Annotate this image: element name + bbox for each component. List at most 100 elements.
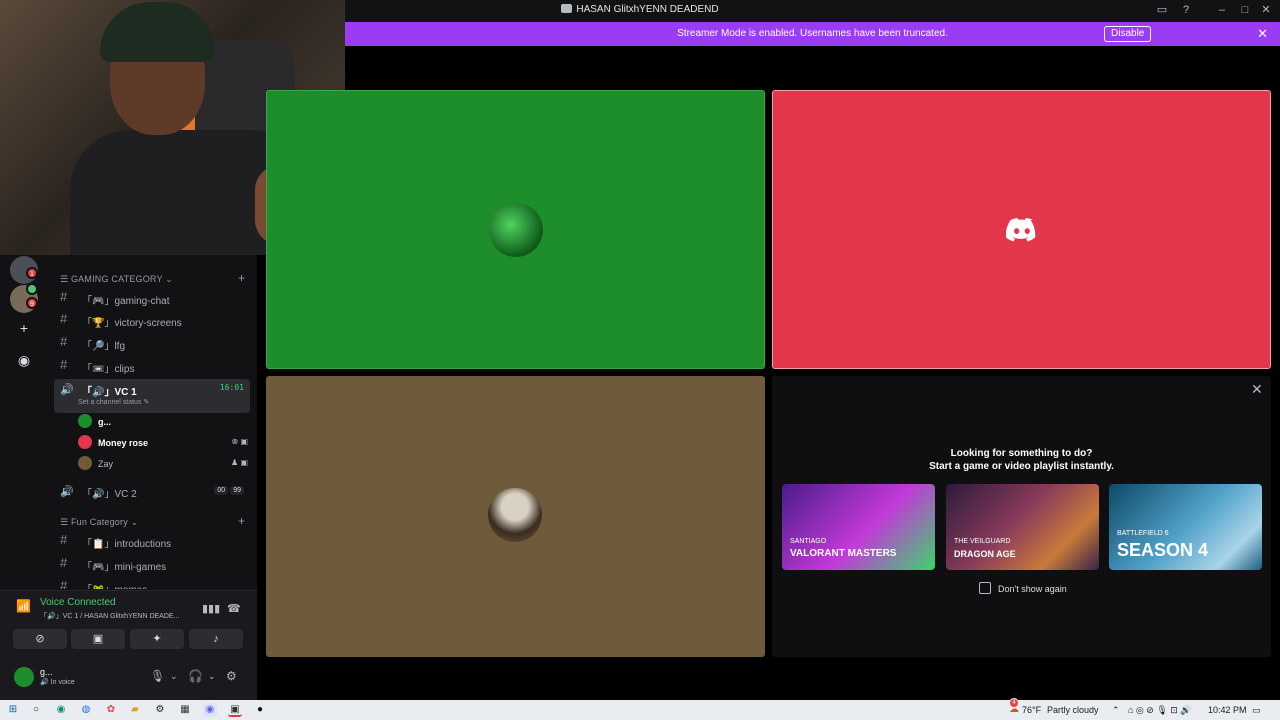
soundboard-button[interactable]: ♪ bbox=[189, 629, 243, 649]
channel-gaming-chat[interactable]: # 「🎮」gaming-chat bbox=[54, 288, 250, 308]
temperature[interactable]: 76°F bbox=[1022, 705, 1041, 715]
discover-icon[interactable]: ◉ bbox=[14, 350, 34, 370]
tray-icons[interactable]: ⌂ ◎ ⊘ 🎙 ⊡ 🔊 bbox=[1128, 705, 1192, 716]
playstation-icon: ♟ ▣ bbox=[231, 458, 248, 467]
help-icon[interactable]: ? bbox=[1179, 3, 1193, 17]
weather-badge: 4 bbox=[1009, 698, 1019, 708]
settings-icon[interactable]: ⚙ bbox=[153, 703, 167, 717]
voice-channel-vc2[interactable]: 🔊 「🔊」VC 2 00 99 bbox=[54, 481, 250, 501]
dont-show-again-label[interactable]: Don't show again bbox=[998, 584, 1067, 594]
chevron-up-icon[interactable]: ⌃ bbox=[1112, 705, 1120, 716]
hash-icon: # bbox=[60, 289, 68, 304]
dont-show-again-checkbox[interactable] bbox=[979, 582, 991, 594]
user-status: 🔊 In voice bbox=[40, 679, 75, 686]
add-channel-icon[interactable]: + bbox=[238, 271, 245, 285]
category-fun[interactable]: ☰ Fun Category ⌄ bbox=[60, 517, 138, 528]
participant-tile-green[interactable] bbox=[266, 90, 765, 369]
user-name: g... bbox=[40, 667, 53, 677]
settings-gear-icon[interactable]: ⚙ bbox=[226, 669, 237, 683]
voice-panel: 📶 Voice Connected 「🔊」VC 1 / HASAN Glitxh… bbox=[0, 590, 257, 700]
hash-icon: # bbox=[60, 357, 68, 372]
hash-icon: # bbox=[60, 555, 68, 570]
inbox-icon[interactable]: ▭ bbox=[1155, 3, 1169, 17]
activities-button[interactable]: ✦ bbox=[130, 629, 184, 649]
activity-prompt: Looking for something to do? Start a gam… bbox=[929, 448, 1114, 472]
windows-taskbar: ⊞ ○ ◉ ◍ ✿ ▰ ⚙ ▦ ◉ ▣ ● ☁ 4 76°F Partly cl… bbox=[0, 698, 1280, 720]
channel-clips[interactable]: # 「📼」clips bbox=[54, 356, 250, 376]
avatar[interactable] bbox=[14, 667, 34, 687]
noise-suppression-icon[interactable]: ▮▮▮ bbox=[202, 602, 220, 615]
hash-icon: # bbox=[60, 532, 68, 547]
channel-introductions[interactable]: # 「📋」introductions bbox=[54, 531, 250, 551]
hash-icon: # bbox=[60, 578, 68, 589]
avatar bbox=[78, 414, 92, 428]
streamer-beanie bbox=[100, 2, 215, 62]
chevron-down-icon[interactable]: ⌄ bbox=[170, 671, 178, 682]
discord-logo-icon bbox=[1006, 218, 1036, 242]
avatar bbox=[488, 488, 542, 542]
add-server-icon[interactable]: + bbox=[14, 318, 34, 338]
windows-start-icon[interactable]: ⊞ bbox=[6, 703, 20, 717]
minimize-button[interactable]: – bbox=[1215, 3, 1229, 17]
channel-lfg[interactable]: # 「🔎」lfg bbox=[54, 333, 250, 353]
channel-memes[interactable]: #「🐸」memes bbox=[54, 577, 250, 589]
obs-icon[interactable]: ● bbox=[253, 703, 267, 717]
voice-channel-path[interactable]: 「🔊」VC 1 / HASAN GlitxhYENN DEADE... bbox=[40, 611, 200, 621]
channel-status[interactable]: Set a channel status ✎ bbox=[78, 398, 149, 406]
voice-connected-label[interactable]: Voice Connected bbox=[40, 597, 116, 608]
file-explorer-icon[interactable]: ▰ bbox=[128, 703, 142, 717]
voice-member[interactable]: Money rose ⊗ ▣ bbox=[78, 433, 248, 453]
speaker-icon: 🔊 bbox=[60, 384, 74, 396]
app-icon[interactable]: ▣ bbox=[228, 703, 242, 717]
user-limit: 00 99 bbox=[212, 486, 244, 495]
voice-badge-icon bbox=[26, 283, 38, 295]
clock[interactable]: 10:42 PM bbox=[1208, 705, 1247, 715]
voice-member[interactable]: g... bbox=[78, 412, 248, 432]
voice-member[interactable]: Zay ♟ ▣ bbox=[78, 454, 248, 474]
close-banner-icon[interactable]: ✕ bbox=[1257, 26, 1268, 42]
search-icon[interactable]: ○ bbox=[29, 703, 43, 717]
avatar bbox=[489, 203, 543, 257]
weather-condition[interactable]: Partly cloudy bbox=[1047, 705, 1099, 715]
window-icon bbox=[561, 4, 573, 13]
voice-timer: 16:01 bbox=[219, 383, 244, 392]
activity-card-dragon-age[interactable]: THE VEILGUARD DRAGON AGE bbox=[946, 484, 1099, 570]
add-channel-icon[interactable]: + bbox=[238, 514, 245, 528]
mention-badge: 9 bbox=[26, 297, 38, 309]
streamer-mode-banner: Streamer Mode is enabled. Usernames have… bbox=[345, 22, 1280, 46]
participant-tile-red[interactable] bbox=[772, 90, 1271, 369]
discord-taskbar-icon[interactable]: ◉ bbox=[203, 703, 217, 717]
disconnect-icon[interactable]: ☎ bbox=[227, 602, 241, 615]
notifications-icon[interactable]: ▭ bbox=[1252, 705, 1261, 716]
screen-share-button[interactable]: ▣ bbox=[71, 629, 125, 649]
chevron-down-icon[interactable]: ⌄ bbox=[208, 671, 216, 682]
category-gaming[interactable]: ☰ GAMING CATEGORY ⌄ bbox=[60, 274, 173, 285]
xbox-icon: ⊗ ▣ bbox=[231, 437, 248, 446]
avatar bbox=[78, 456, 92, 470]
hash-icon: # bbox=[60, 334, 68, 349]
close-icon[interactable]: ✕ bbox=[1251, 381, 1263, 398]
app-icon[interactable]: ▦ bbox=[178, 703, 192, 717]
app-icon[interactable]: ✿ bbox=[104, 703, 118, 717]
close-window-button[interactable]: ✕ bbox=[1259, 3, 1273, 17]
activity-card-battlefield[interactable]: BATTLEFIELD 6 SEASON 4 bbox=[1109, 484, 1262, 570]
browser-icon[interactable]: ◍ bbox=[79, 703, 93, 717]
mention-badge: 1 bbox=[26, 267, 38, 279]
hash-icon: # bbox=[60, 311, 68, 326]
maximize-button[interactable]: □ bbox=[1238, 3, 1252, 17]
discord-app: HASAN GlitxhYENN DEADEND ▭ ? – □ ✕ Strea… bbox=[0, 0, 1280, 700]
participant-tile-olive[interactable] bbox=[266, 376, 765, 657]
channel-mini-games[interactable]: # 「🎮」mini-games bbox=[54, 554, 250, 574]
edge-icon[interactable]: ◉ bbox=[54, 703, 68, 717]
activity-card-valorant[interactable]: SANTIAGO VALORANT MASTERS bbox=[782, 484, 935, 570]
camera-off-button[interactable]: ⊘ bbox=[13, 629, 67, 649]
channel-victory-screens[interactable]: # 「🏆」victory-screens bbox=[54, 310, 250, 330]
user-panel: g... 🔊 In voice 🎙 ⌄ 🎧 ⌄ ⚙ bbox=[0, 661, 257, 701]
headphones-icon[interactable]: 🎧 bbox=[188, 669, 203, 683]
signal-icon: 📶 bbox=[16, 599, 31, 613]
microphone-icon[interactable]: 🎙 bbox=[150, 669, 165, 683]
speaker-icon: 🔊 bbox=[60, 486, 74, 498]
disable-streamer-mode-button[interactable]: Disable bbox=[1104, 26, 1152, 42]
voice-channel-vc1[interactable]: 🔊 「🔊」VC 1 16:01 Set a channel status ✎ bbox=[54, 379, 250, 413]
avatar bbox=[78, 435, 92, 449]
